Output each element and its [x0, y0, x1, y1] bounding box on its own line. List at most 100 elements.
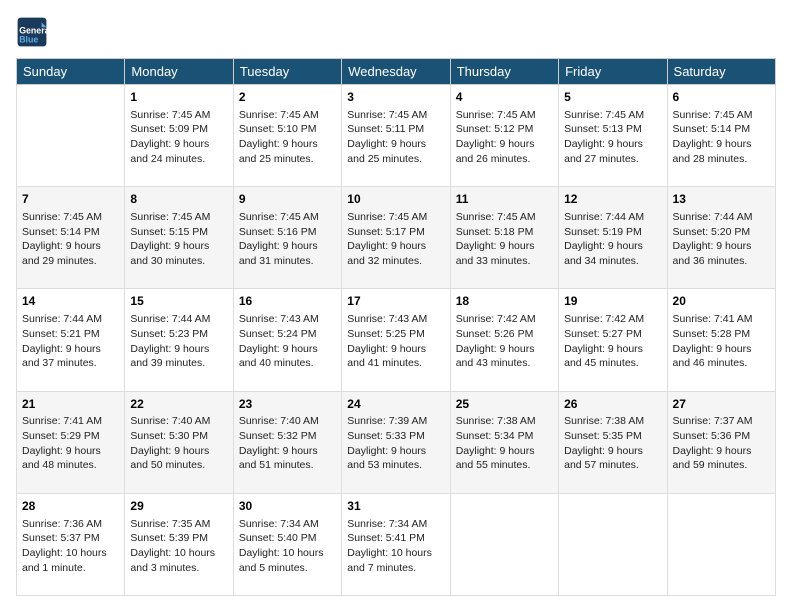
day-cell: 3 Sunrise: 7:45 AMSunset: 5:11 PMDaylight…: [342, 85, 450, 187]
day-number: 17: [347, 293, 444, 310]
week-row-3: 14 Sunrise: 7:44 AMSunset: 5:21 PMDayligh…: [17, 289, 776, 391]
day-number: 13: [673, 191, 770, 208]
day-info: Sunrise: 7:41 AMSunset: 5:29 PMDaylight:…: [22, 415, 102, 471]
day-info: Sunrise: 7:39 AMSunset: 5:33 PMDaylight:…: [347, 415, 427, 471]
week-row-4: 21 Sunrise: 7:41 AMSunset: 5:29 PMDayligh…: [17, 391, 776, 493]
day-cell: 23 Sunrise: 7:40 AMSunset: 5:32 PMDayligh…: [233, 391, 341, 493]
day-cell: 1Sunrise: 7:45 AMSunset: 5:09 PMDaylight…: [125, 85, 233, 187]
day-cell: 29Sunrise: 7:35 AMSunset: 5:39 PMDayligh…: [125, 493, 233, 595]
day-number: 31: [347, 498, 444, 515]
day-info: Sunrise: 7:37 AMSunset: 5:36 PMDaylight:…: [673, 415, 753, 471]
day-cell: 20Sunrise: 7:41 AMSunset: 5:28 PMDayligh…: [667, 289, 775, 391]
day-number: 15: [130, 293, 227, 310]
day-cell: 17Sunrise: 7:43 AMSunset: 5:25 PMDayligh…: [342, 289, 450, 391]
calendar-table: SundayMondayTuesdayWednesdayThursdayFrid…: [16, 58, 776, 596]
week-row-2: 7Sunrise: 7:45 AMSunset: 5:14 PMDaylight…: [17, 187, 776, 289]
day-number: 18: [456, 293, 553, 310]
day-number: 7: [22, 191, 119, 208]
day-cell: 31 Sunrise: 7:34 AMSunset: 5:41 PMDayligh…: [342, 493, 450, 595]
day-cell: 27 Sunrise: 7:37 AMSunset: 5:36 PMDayligh…: [667, 391, 775, 493]
day-number: 25: [456, 396, 553, 413]
day-cell: 30 Sunrise: 7:34 AMSunset: 5:40 PMDayligh…: [233, 493, 341, 595]
day-number: 2: [239, 89, 336, 106]
svg-text:Blue: Blue: [19, 34, 38, 44]
day-info: Sunrise: 7:44 AMSunset: 5:21 PMDaylight:…: [22, 313, 102, 369]
day-cell: 16 Sunrise: 7:43 AMSunset: 5:24 PMDayligh…: [233, 289, 341, 391]
day-cell: 12 Sunrise: 7:44 AMSunset: 5:19 PMDayligh…: [559, 187, 667, 289]
day-info: Sunrise: 7:44 AMSunset: 5:23 PMDaylight:…: [130, 313, 210, 369]
weekday-header-friday: Friday: [559, 59, 667, 85]
day-info: Sunrise: 7:34 AMSunset: 5:40 PMDaylight:…: [239, 518, 324, 574]
day-number: 11: [456, 191, 553, 208]
weekday-header-sunday: Sunday: [17, 59, 125, 85]
day-info: Sunrise: 7:44 AMSunset: 5:20 PMDaylight:…: [673, 211, 753, 267]
day-number: 22: [130, 396, 227, 413]
day-number: 5: [564, 89, 661, 106]
day-number: 10: [347, 191, 444, 208]
day-number: 23: [239, 396, 336, 413]
day-cell: 4Sunrise: 7:45 AMSunset: 5:12 PMDaylight…: [450, 85, 558, 187]
day-info: Sunrise: 7:40 AMSunset: 5:30 PMDaylight:…: [130, 415, 210, 471]
day-number: 8: [130, 191, 227, 208]
day-info: Sunrise: 7:45 AMSunset: 5:14 PMDaylight:…: [673, 109, 753, 165]
day-cell: 13 Sunrise: 7:44 AMSunset: 5:20 PMDayligh…: [667, 187, 775, 289]
weekday-header-row: SundayMondayTuesdayWednesdayThursdayFrid…: [17, 59, 776, 85]
day-info: Sunrise: 7:44 AMSunset: 5:19 PMDaylight:…: [564, 211, 644, 267]
week-row-1: 1Sunrise: 7:45 AMSunset: 5:09 PMDaylight…: [17, 85, 776, 187]
day-cell: [667, 493, 775, 595]
day-number: 12: [564, 191, 661, 208]
day-info: Sunrise: 7:45 AMSunset: 5:18 PMDaylight:…: [456, 211, 536, 267]
day-number: 16: [239, 293, 336, 310]
day-info: Sunrise: 7:42 AMSunset: 5:27 PMDaylight:…: [564, 313, 644, 369]
day-cell: 10 Sunrise: 7:45 AMSunset: 5:17 PMDayligh…: [342, 187, 450, 289]
day-info: Sunrise: 7:36 AMSunset: 5:37 PMDaylight:…: [22, 518, 107, 574]
day-info: Sunrise: 7:42 AMSunset: 5:26 PMDaylight:…: [456, 313, 536, 369]
day-cell: 14 Sunrise: 7:44 AMSunset: 5:21 PMDayligh…: [17, 289, 125, 391]
day-number: 4: [456, 89, 553, 106]
day-info: Sunrise: 7:43 AMSunset: 5:24 PMDaylight:…: [239, 313, 319, 369]
day-number: 14: [22, 293, 119, 310]
day-cell: 18 Sunrise: 7:42 AMSunset: 5:26 PMDayligh…: [450, 289, 558, 391]
day-number: 19: [564, 293, 661, 310]
day-cell: 7Sunrise: 7:45 AMSunset: 5:14 PMDaylight…: [17, 187, 125, 289]
day-cell: [559, 493, 667, 595]
day-cell: [17, 85, 125, 187]
day-info: Sunrise: 7:45 AMSunset: 5:17 PMDaylight:…: [347, 211, 427, 267]
day-cell: 21 Sunrise: 7:41 AMSunset: 5:29 PMDayligh…: [17, 391, 125, 493]
day-number: 24: [347, 396, 444, 413]
logo-icon: General Blue: [16, 16, 48, 48]
day-info: Sunrise: 7:45 AMSunset: 5:09 PMDaylight:…: [130, 109, 210, 165]
weekday-header-saturday: Saturday: [667, 59, 775, 85]
day-info: Sunrise: 7:41 AMSunset: 5:28 PMDaylight:…: [673, 313, 753, 369]
day-info: Sunrise: 7:45 AMSunset: 5:11 PMDaylight:…: [347, 109, 427, 165]
day-number: 27: [673, 396, 770, 413]
day-info: Sunrise: 7:45 AMSunset: 5:16 PMDaylight:…: [239, 211, 319, 267]
day-cell: 6 Sunrise: 7:45 AMSunset: 5:14 PMDaylight…: [667, 85, 775, 187]
weekday-header-wednesday: Wednesday: [342, 59, 450, 85]
day-number: 3: [347, 89, 444, 106]
day-cell: 25Sunrise: 7:38 AMSunset: 5:34 PMDayligh…: [450, 391, 558, 493]
day-cell: 22 Sunrise: 7:40 AMSunset: 5:30 PMDayligh…: [125, 391, 233, 493]
day-info: Sunrise: 7:45 AMSunset: 5:10 PMDaylight:…: [239, 109, 319, 165]
day-number: 21: [22, 396, 119, 413]
day-cell: 11 Sunrise: 7:45 AMSunset: 5:18 PMDayligh…: [450, 187, 558, 289]
day-cell: 26Sunrise: 7:38 AMSunset: 5:35 PMDayligh…: [559, 391, 667, 493]
day-number: 29: [130, 498, 227, 515]
day-info: Sunrise: 7:40 AMSunset: 5:32 PMDaylight:…: [239, 415, 319, 471]
day-info: Sunrise: 7:34 AMSunset: 5:41 PMDaylight:…: [347, 518, 432, 574]
day-cell: 19 Sunrise: 7:42 AMSunset: 5:27 PMDayligh…: [559, 289, 667, 391]
page-header: General Blue: [16, 16, 776, 48]
day-cell: [450, 493, 558, 595]
day-cell: 24 Sunrise: 7:39 AMSunset: 5:33 PMDayligh…: [342, 391, 450, 493]
week-row-5: 28 Sunrise: 7:36 AMSunset: 5:37 PMDayligh…: [17, 493, 776, 595]
weekday-header-monday: Monday: [125, 59, 233, 85]
calendar-page: General Blue SundayMondayTuesdayWednesda…: [0, 0, 792, 612]
weekday-header-thursday: Thursday: [450, 59, 558, 85]
day-number: 6: [673, 89, 770, 106]
day-number: 30: [239, 498, 336, 515]
day-info: Sunrise: 7:45 AMSunset: 5:15 PMDaylight:…: [130, 211, 210, 267]
day-cell: 2 Sunrise: 7:45 AMSunset: 5:10 PMDaylight…: [233, 85, 341, 187]
day-number: 28: [22, 498, 119, 515]
day-cell: 5Sunrise: 7:45 AMSunset: 5:13 PMDaylight…: [559, 85, 667, 187]
logo: General Blue: [16, 16, 52, 48]
